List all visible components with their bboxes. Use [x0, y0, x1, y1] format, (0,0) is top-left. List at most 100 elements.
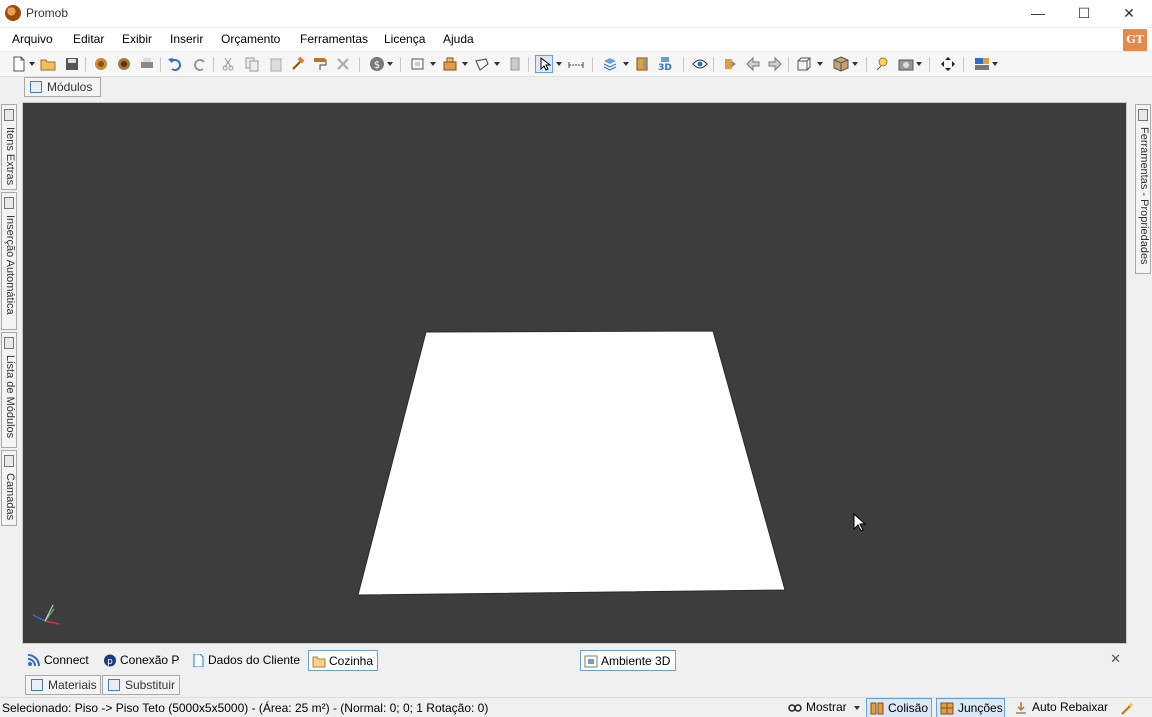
auto-rebaixar-toggle[interactable]: Auto Rebaixar: [1011, 698, 1108, 717]
vtab-ferramentas-propriedades[interactable]: Ferramentas - Propriedades: [1135, 104, 1151, 274]
paste-icon[interactable]: [268, 56, 284, 72]
layers-dropdown-icon[interactable]: [623, 62, 629, 66]
save-icon[interactable]: [64, 56, 80, 72]
tab-materiais-label: Materiais: [48, 678, 97, 692]
tab-conexao-p[interactable]: p Conexão P: [100, 650, 179, 671]
cut-icon[interactable]: [220, 56, 236, 72]
juncoes-label: Junções: [958, 701, 1003, 715]
new-file-dropdown-icon[interactable]: [29, 62, 35, 66]
budget-dropdown-icon[interactable]: [387, 62, 393, 66]
eye-icon[interactable]: [692, 56, 708, 72]
camera-dropdown-icon[interactable]: [916, 62, 922, 66]
rotate-view-icon[interactable]: [722, 56, 738, 72]
floor-plane[interactable]: [357, 330, 786, 596]
modules-icon: [30, 81, 42, 93]
user-badge[interactable]: GT: [1123, 29, 1147, 51]
extras-icon: [4, 109, 14, 121]
layout-icon[interactable]: [974, 56, 990, 72]
layers-panel-icon: [4, 455, 14, 467]
colisao-toggle[interactable]: Colisão: [866, 698, 932, 717]
maximize-button[interactable]: ☐: [1061, 0, 1107, 27]
new-file-icon[interactable]: [11, 56, 27, 72]
move-arrows-icon[interactable]: [940, 56, 956, 72]
menu-inserir[interactable]: Inserir: [170, 32, 203, 46]
render-icon[interactable]: [93, 56, 109, 72]
view-mode-dropdown-icon[interactable]: [817, 62, 823, 66]
magic-wand-icon[interactable]: [1120, 700, 1136, 716]
print-icon[interactable]: [139, 56, 155, 72]
copy-icon[interactable]: [244, 56, 260, 72]
minimize-button[interactable]: —: [1015, 0, 1061, 27]
menu-exibir[interactable]: Exibir: [122, 32, 152, 46]
vtab-itens-extras[interactable]: Itens Extras: [1, 104, 17, 190]
substitute-icon: [108, 679, 120, 691]
tab-dados-cliente[interactable]: Dados do Cliente: [188, 650, 300, 671]
light-icon[interactable]: [874, 56, 890, 72]
lower-panel-tabs: Materiais Substituir: [0, 674, 1152, 696]
layers-icon[interactable]: [602, 56, 618, 72]
menu-orcamento[interactable]: Orçamento: [221, 32, 280, 46]
axis-gizmo-icon: [32, 604, 60, 625]
tab-substituir[interactable]: Substituir: [102, 675, 180, 695]
vtab-lista-label: Lista de Módulos: [4, 355, 16, 439]
close-tab-icon[interactable]: ✕: [1110, 651, 1121, 667]
vtab-camadas[interactable]: Camadas: [1, 450, 17, 526]
box-icon[interactable]: [833, 56, 849, 72]
wall-dropdown-icon[interactable]: [430, 62, 436, 66]
render-settings-icon[interactable]: [116, 56, 132, 72]
menu-ajuda[interactable]: Ajuda: [443, 32, 474, 46]
open-folder-icon[interactable]: [40, 56, 56, 72]
paint-roller-icon[interactable]: [312, 56, 328, 72]
tab-cozinha[interactable]: Cozinha: [308, 650, 378, 671]
budget-icon[interactable]: $: [369, 56, 385, 72]
menu-ferramentas[interactable]: Ferramentas: [300, 32, 368, 46]
box-dropdown-icon[interactable]: [852, 62, 858, 66]
menu-arquivo[interactable]: Arquivo: [12, 32, 53, 46]
main-toolbar: $ 3D: [0, 52, 1152, 77]
measure-icon[interactable]: [568, 56, 584, 72]
mouse-cursor-icon: [853, 513, 867, 532]
auto-lower-icon: [1016, 702, 1026, 714]
tab-modulos-label: Módulos: [47, 80, 93, 94]
tab-modulos[interactable]: Módulos: [24, 77, 101, 97]
move-left-icon[interactable]: [745, 56, 761, 72]
3d-view-icon[interactable]: 3D: [657, 56, 673, 72]
shape-dropdown-icon[interactable]: [494, 62, 500, 66]
close-button[interactable]: ✕: [1106, 0, 1152, 27]
juncoes-toggle[interactable]: Junções: [936, 698, 1005, 717]
menu-licenca[interactable]: Licença: [384, 32, 425, 46]
tab-ambiente-3d[interactable]: Ambiente 3D: [580, 650, 676, 671]
selection-status-text: Selecionado: Piso -> Piso Teto (5000x5x5…: [2, 701, 489, 715]
layout-dropdown-icon[interactable]: [992, 62, 998, 66]
door-icon[interactable]: [634, 56, 650, 72]
collision-icon: [870, 702, 884, 715]
right-dock: Ferramentas - Propriedades: [1134, 104, 1152, 276]
document-icon: [193, 654, 204, 667]
promob-app-icon: [5, 5, 21, 21]
select-dropdown-icon[interactable]: [556, 62, 562, 66]
ambiente-3d-icon: [584, 655, 598, 668]
vtab-lista-modulos[interactable]: Lista de Módulos: [1, 332, 17, 448]
cube-wireframe-icon[interactable]: [796, 56, 812, 72]
tab-connect[interactable]: Connect: [24, 650, 89, 671]
wall-icon[interactable]: [410, 56, 426, 72]
undo-icon[interactable]: [167, 56, 183, 72]
auto-insert-icon: [4, 197, 14, 209]
menu-editar[interactable]: Editar: [73, 32, 104, 46]
module-icon[interactable]: [442, 56, 458, 72]
status-bar: Selecionado: Piso -> Piso Teto (5000x5x5…: [0, 697, 1152, 717]
vtab-insercao-automatica[interactable]: Inserção Automática: [1, 192, 17, 330]
svg-text:p: p: [107, 657, 113, 667]
camera-icon[interactable]: [898, 56, 914, 72]
redo-icon[interactable]: [192, 56, 208, 72]
delete-icon[interactable]: [335, 56, 351, 72]
3d-viewport[interactable]: [22, 102, 1127, 644]
move-right-icon[interactable]: [767, 56, 783, 72]
select-cursor-icon[interactable]: [535, 55, 553, 73]
mostrar-button[interactable]: Mostrar: [785, 698, 861, 717]
panel-icon[interactable]: [507, 56, 523, 72]
hammer-icon[interactable]: [290, 56, 306, 72]
shape-icon[interactable]: [474, 56, 490, 72]
module-dropdown-icon[interactable]: [462, 62, 468, 66]
tab-materiais[interactable]: Materiais: [25, 675, 101, 695]
